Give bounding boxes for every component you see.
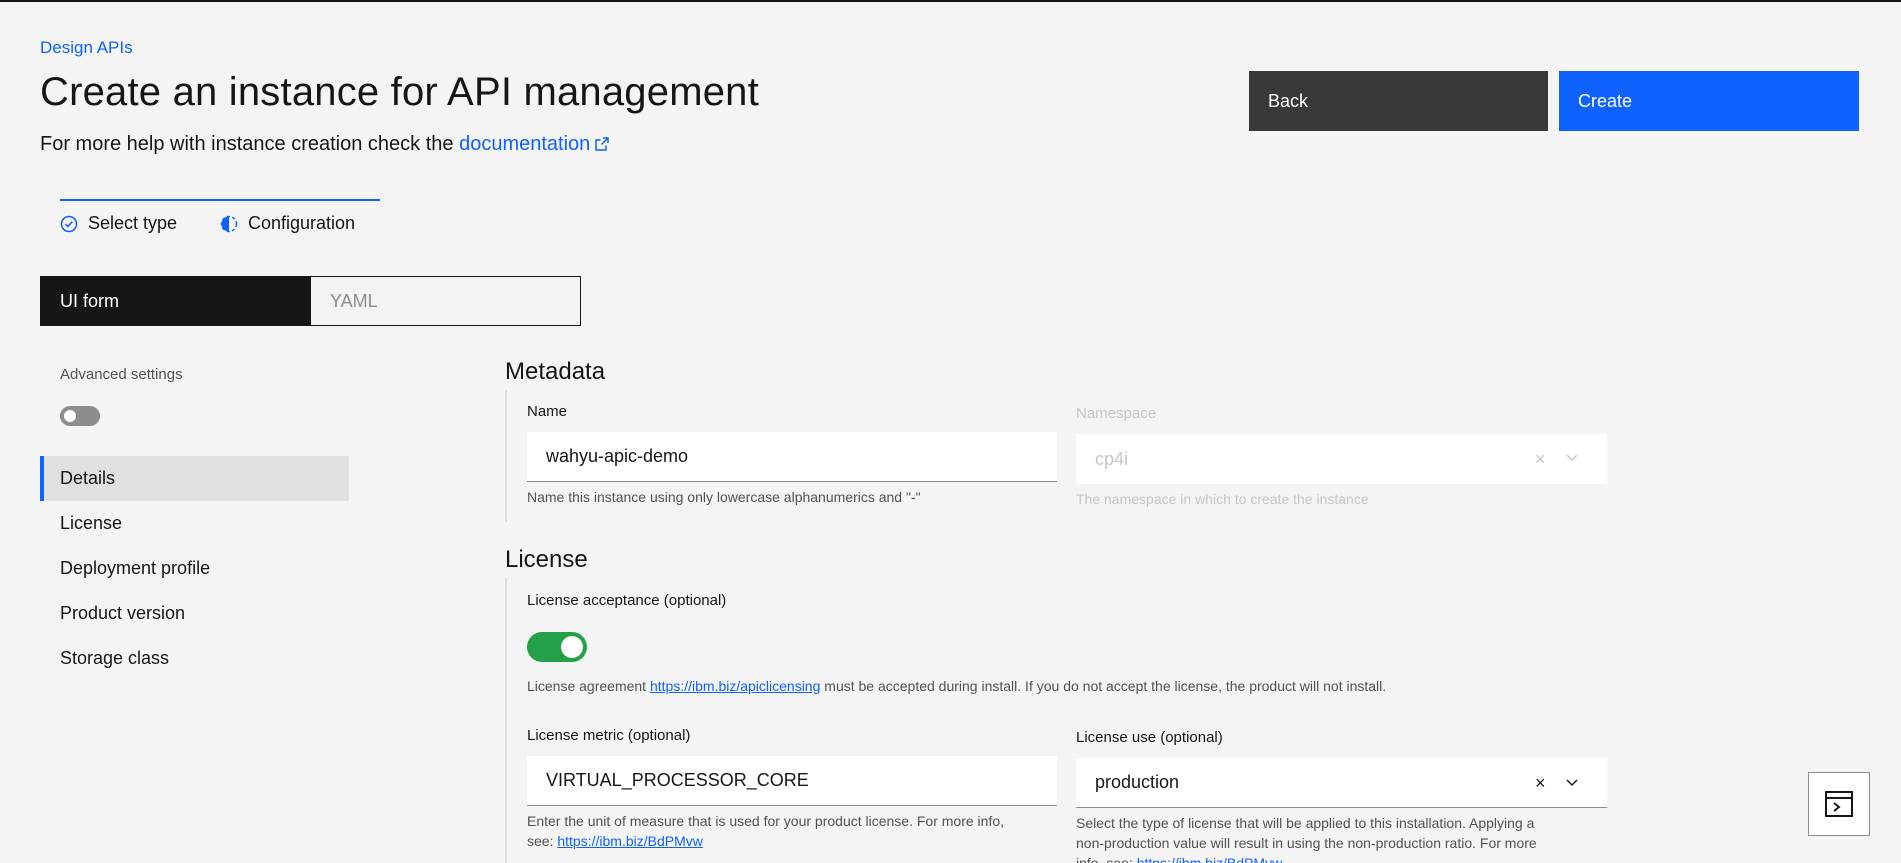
license-acceptance-helper: License agreement https://ibm.biz/apicli… [527, 676, 1386, 696]
license-metric-helper: Enter the unit of measure that is used f… [527, 811, 1067, 851]
progress-bar [60, 199, 380, 201]
helper-text: License agreement [527, 678, 650, 694]
namespace-label: Namespace [1076, 405, 1157, 422]
advanced-settings-toggle[interactable] [60, 406, 100, 426]
namespace-select: cp4i [1076, 434, 1607, 484]
checkmark-outline-icon [60, 215, 78, 232]
close-icon: × [1535, 449, 1546, 469]
nav-item-license[interactable]: License [40, 501, 349, 546]
helper-line: see: https://ibm.biz/BdPMvw [527, 831, 1067, 851]
step-select-type[interactable]: Select type [60, 213, 177, 234]
license-metric-input[interactable]: VIRTUAL_PROCESSOR_CORE [527, 756, 1057, 806]
step-label: Configuration [248, 213, 356, 233]
helper-line: Enter the unit of measure that is used f… [527, 813, 1005, 829]
helper-text: see: [527, 833, 558, 849]
license-use-helper: Select the type of license that will be … [1076, 813, 1616, 863]
ui-form-tab[interactable]: UI form [41, 277, 311, 325]
license-use-info-link[interactable]: https://ibm.biz/BdPMvw [1137, 855, 1283, 863]
view-switcher: UI form YAML [40, 276, 581, 326]
helper-line: Select the type of license that will be … [1076, 815, 1535, 831]
license-use-select[interactable]: production [1076, 758, 1607, 808]
metadata-section-bar [505, 390, 507, 522]
nav-item-product-version[interactable]: Product version [40, 591, 349, 636]
name-label: Name [527, 403, 568, 420]
license-acceptance-label: License acceptance (optional) [527, 592, 727, 609]
metadata-section-title: Metadata [505, 358, 606, 385]
license-metric-info-link[interactable]: https://ibm.biz/BdPMvw [557, 833, 703, 849]
name-helper: Name this instance using only lowercase … [527, 489, 921, 505]
step-configuration[interactable]: Configuration [220, 213, 355, 234]
apic-licensing-link[interactable]: https://ibm.biz/apiclicensing [650, 678, 820, 694]
nav-item-details[interactable]: Details [40, 456, 349, 501]
terminal-panel-icon [1825, 791, 1853, 817]
name-input[interactable]: wahyu-apic-demo [527, 432, 1057, 482]
license-acceptance-toggle[interactable] [527, 632, 587, 662]
create-button[interactable]: Create [1559, 71, 1859, 131]
helper-text: info, see: [1076, 855, 1137, 863]
chevron-down-icon[interactable] [1565, 778, 1579, 788]
nav-item-deployment-profile[interactable]: Deployment profile [40, 546, 349, 591]
helper-line: non-production value will result in usin… [1076, 835, 1537, 851]
terminal-panel-button[interactable] [1808, 772, 1870, 836]
license-use-label: License use (optional) [1076, 729, 1223, 746]
license-section-title: License [505, 546, 588, 573]
step-label: Select type [88, 213, 178, 233]
page-subtitle: For more help with instance creation che… [40, 133, 610, 156]
page-title: Create an instance for API management [40, 70, 759, 114]
helper-line: info, see: https://ibm.biz/BdPMvw [1076, 853, 1616, 863]
yaml-tab[interactable]: YAML [311, 277, 580, 325]
breadcrumb-design-apis[interactable]: Design APIs [40, 38, 133, 58]
license-metric-label: License metric (optional) [527, 727, 691, 744]
chevron-down-icon [1566, 454, 1578, 462]
incomplete-icon [220, 215, 238, 232]
section-nav: Details License Deployment profile Produ… [40, 456, 349, 681]
close-icon[interactable]: × [1535, 773, 1546, 794]
documentation-link-text: documentation [459, 133, 591, 155]
nav-item-storage-class[interactable]: Storage class [40, 636, 349, 681]
documentation-link[interactable]: documentation [459, 133, 610, 155]
subtitle-text: For more help with instance creation che… [40, 133, 460, 155]
top-border [0, 0, 1901, 2]
back-button[interactable]: Back [1249, 71, 1548, 131]
advanced-settings-label: Advanced settings [60, 366, 183, 383]
external-link-icon [595, 137, 610, 151]
namespace-helper: The namespace in which to create the ins… [1076, 491, 1369, 507]
license-section-bar [505, 578, 507, 863]
helper-text: must be accepted during install. If you … [820, 678, 1387, 694]
